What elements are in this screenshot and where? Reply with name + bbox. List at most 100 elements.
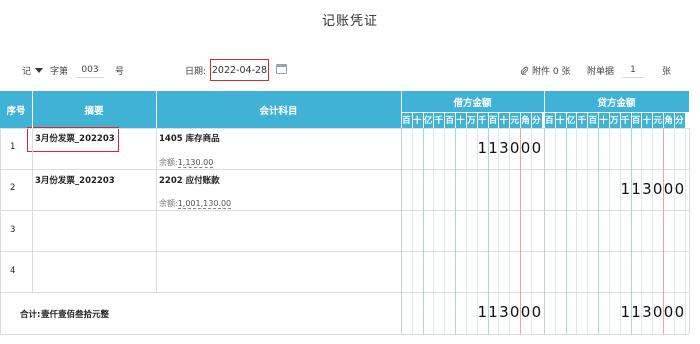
- credit-digit-header-6: 万: [608, 112, 620, 128]
- voucher-word-select[interactable]: 记: [22, 62, 44, 78]
- credit-digit-header-12: 分: [673, 112, 685, 128]
- digit-header-divider: [422, 112, 424, 128]
- chevron-down-icon: [35, 68, 44, 73]
- digit-header-divider: [652, 112, 654, 128]
- credit-digit-header-10: 元: [652, 112, 664, 128]
- paperclip-icon: [521, 66, 529, 75]
- credit-digit-header-0: 百: [544, 112, 555, 128]
- digit-header-divider: [565, 112, 567, 128]
- calendar-icon[interactable]: [276, 64, 287, 74]
- digit-header-divider: [619, 112, 621, 128]
- row4-seq: 4: [10, 266, 16, 276]
- digit-divider: [684, 128, 686, 334]
- digit-divider: [598, 128, 600, 334]
- digit-header-divider: [401, 112, 402, 128]
- col-account-header: 会计科目: [156, 91, 401, 128]
- table-left-border: [0, 128, 1, 334]
- debit-digit-header-5: 十: [455, 112, 466, 128]
- digit-header-divider: [684, 112, 686, 128]
- row2-summary[interactable]: 3月份发票_202203: [35, 174, 115, 186]
- digit-header-divider: [673, 112, 675, 128]
- zi-label: 字第: [50, 66, 69, 77]
- total-credit-amount[interactable]: 113000: [620, 303, 685, 321]
- credit-digit-header-4: 百: [587, 112, 599, 128]
- row2-credit-amount[interactable]: 113000: [620, 180, 685, 198]
- digit-divider: [576, 128, 578, 334]
- header-divider: [156, 91, 157, 128]
- row-divider: [0, 128, 689, 129]
- row2-seq: 2: [10, 183, 16, 193]
- digit-header-divider: [544, 112, 545, 128]
- digit-divider: [554, 128, 556, 334]
- digit-header-divider: [530, 112, 532, 128]
- row1-debit-amount[interactable]: 113000: [477, 139, 542, 157]
- voucher-word-value: 记: [22, 66, 32, 77]
- digit-divider: [444, 128, 446, 334]
- attach-docs-input[interactable]: 1: [622, 62, 644, 78]
- digit-header-divider: [498, 112, 500, 128]
- debit-digit-header-11: 角: [520, 112, 531, 128]
- digit-header-divider: [433, 112, 435, 128]
- credit-digit-header-8: 百: [630, 112, 642, 128]
- credit-digit-header-9: 十: [641, 112, 653, 128]
- credit-digit-header-5: 十: [598, 112, 609, 128]
- row1-account[interactable]: 1405 库存商品: [159, 132, 220, 144]
- date-label: 日期:: [185, 66, 207, 77]
- digit-header-divider: [587, 112, 589, 128]
- debit-digit-header-3: 千: [433, 112, 445, 128]
- credit-digit-header-3: 千: [576, 112, 588, 128]
- digit-header-divider: [598, 112, 600, 128]
- digit-header-divider: [641, 112, 643, 128]
- total-debit-amount[interactable]: 113000: [477, 303, 542, 321]
- attach-docs-label: 附单据: [587, 66, 615, 77]
- row2-account[interactable]: 2202 应付账款: [159, 174, 220, 186]
- debit-digit-header-8: 百: [487, 112, 499, 128]
- total-label: 合计:: [20, 310, 41, 320]
- digit-divider: [608, 128, 610, 334]
- col-summary-header: 摘要: [32, 91, 156, 128]
- debit-digit-header-1: 十: [411, 112, 423, 128]
- digit-divider: [411, 128, 413, 334]
- debit-digit-header-2: 亿: [422, 112, 434, 128]
- digit-divider: [587, 128, 589, 334]
- digit-header-divider: [487, 112, 489, 128]
- digit-header-divider: [576, 112, 578, 128]
- zhang-label: 张: [662, 66, 672, 77]
- row-divider: [0, 169, 689, 170]
- col-credit-header: 贷方金额: [544, 91, 689, 112]
- col-divider: [156, 128, 157, 292]
- total-amount-words: 壹仟壹佰叁拾元整: [41, 310, 110, 320]
- page-title: 记账凭证: [321, 14, 378, 29]
- digit-divider: [565, 128, 567, 334]
- table-bottom-border: [0, 334, 689, 335]
- hao-label: 号: [115, 66, 125, 77]
- debit-digit-header-0: 百: [401, 112, 412, 128]
- row1-summary-highlight: [27, 127, 119, 152]
- row3-seq: 3: [10, 225, 16, 235]
- digit-header-divider: [476, 112, 478, 128]
- row1-seq: 1: [10, 142, 16, 152]
- date-input[interactable]: 2022-04-28: [210, 59, 269, 81]
- attachment-button[interactable]: 附件 0 张: [520, 62, 570, 78]
- digit-header-divider: [509, 112, 511, 128]
- digit-divider: [465, 128, 467, 334]
- table-right-border: [689, 128, 690, 334]
- digit-header-divider: [663, 112, 665, 128]
- voucher-number-input[interactable]: 003: [76, 62, 104, 78]
- digit-header-divider: [411, 112, 413, 128]
- digit-divider: [401, 128, 402, 334]
- col-divider: [32, 128, 33, 292]
- digit-header-divider: [630, 112, 632, 128]
- debit-digit-header-9: 十: [498, 112, 510, 128]
- digit-divider: [455, 128, 457, 334]
- attachment-count: 附件 0 张: [532, 66, 571, 77]
- debit-digit-header-12: 分: [530, 112, 542, 128]
- digit-header-divider: [444, 112, 446, 128]
- credit-digit-header-7: 千: [619, 112, 631, 128]
- row-divider: [0, 210, 689, 211]
- row1-balance: 余额:1,130.00: [159, 158, 214, 168]
- credit-digit-header-2: 亿: [565, 112, 577, 128]
- digit-divider: [422, 128, 424, 334]
- digit-divider: [433, 128, 435, 334]
- debit-digit-header-6: 万: [465, 112, 477, 128]
